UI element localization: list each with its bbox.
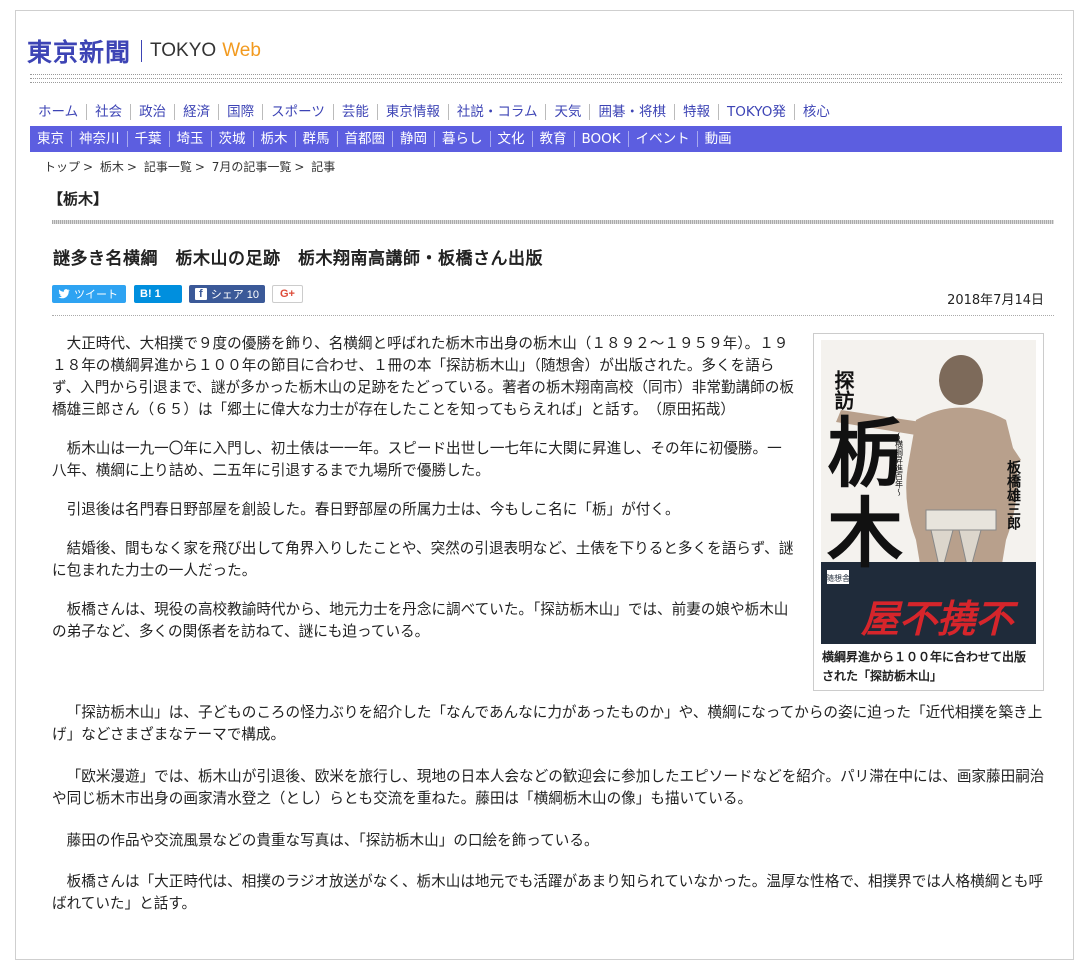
nav-shizuoka[interactable]: 静岡: [392, 131, 434, 147]
facebook-f-icon: f: [195, 288, 207, 300]
nav-special-report[interactable]: 特報: [673, 104, 718, 120]
cover-overlay-calligraphy: 屋不撓不: [860, 596, 1019, 641]
nav-living[interactable]: 暮らし: [434, 131, 490, 147]
header-divider: [30, 74, 1062, 75]
nav-core[interactable]: 核心: [793, 104, 838, 120]
google-plus-button[interactable]: G+: [272, 285, 303, 303]
article-paragraph: 藤田の作品や交流風景などの貴重な写真は、「探訪栃木山」の口絵を飾っている。: [66, 832, 599, 849]
article-paragraph: 板橋さんは、現役の高校教諭時代から、地元力士を丹念に調べていた。「探訪栃木山」で…: [52, 601, 789, 640]
twitter-bird-icon: [58, 289, 70, 299]
logo-divider: [141, 40, 143, 62]
article-paragraph: 「探訪栃木山」は、子どものころの怪力ぶりを紹介した「なんであんなに力があったもの…: [52, 704, 1043, 743]
logo-tokyo: TOKYO: [150, 40, 217, 61]
nav-kanagawa[interactable]: 神奈川: [71, 131, 127, 147]
section-rule: [52, 220, 1054, 224]
nav-sports[interactable]: スポーツ: [262, 104, 333, 120]
article-body: 大正時代、大相撲で９度の優勝を飾り、名横綱と呼ばれた栃木市出身の栃木山（１８９２…: [52, 333, 794, 660]
nav-tokyo-hatsu[interactable]: TOKYO発: [717, 104, 794, 120]
google-plus-icon: G+: [280, 288, 295, 300]
logo-japanese: 東京新聞: [27, 38, 132, 67]
article-paragraph: 栃木山は一九一〇年に入門し、初土俵は一一年。スピード出世し一七年に大関に昇進し、…: [52, 440, 782, 479]
header-divider: [30, 82, 1062, 83]
tweet-button[interactable]: ツイート: [52, 285, 126, 303]
nav-entertainment[interactable]: 芸能: [332, 104, 377, 120]
section-label: 【栃木】: [48, 190, 109, 208]
facebook-share-button[interactable]: f シェア 10: [189, 285, 265, 303]
hatena-bookmark-button[interactable]: B! 1: [134, 285, 182, 303]
site-logo[interactable]: 東京新聞 TOKYO Web: [27, 36, 261, 67]
primary-nav: ホーム 社会 政治 経済 国際 スポーツ 芸能 東京情報 社説・コラム 天気 囲…: [30, 100, 1062, 124]
cover-subtitle: 〜横綱昇進百年〜: [895, 432, 904, 496]
breadcrumb-current: 記事: [311, 160, 336, 174]
article-paragraph: 引退後は名門春日野部屋を創設した。春日野部屋の所属力士は、今もしこ名に「栃」が付…: [66, 501, 680, 518]
meta-divider: [52, 315, 1054, 316]
book-cover-figure[interactable]: 随想舎 探訪 栃 木 〜横綱昇進百年〜 板橋雄三郎 屋不撓不 横綱昇進から１００…: [813, 333, 1044, 691]
nav-book[interactable]: BOOK: [573, 131, 628, 147]
nav-editorial-column[interactable]: 社説・コラム: [447, 104, 546, 120]
nav-politics[interactable]: 政治: [130, 104, 174, 120]
nav-home[interactable]: ホーム: [30, 104, 86, 120]
breadcrumb-separator: >: [83, 160, 94, 174]
nav-tokyo-info[interactable]: 東京情報: [376, 104, 448, 120]
breadcrumb-article-list[interactable]: 記事一覧: [144, 160, 192, 174]
book-cover-image: 随想舎 探訪 栃 木 〜横綱昇進百年〜 板橋雄三郎 屋不撓不: [821, 340, 1036, 644]
breadcrumb-separator: >: [194, 160, 205, 174]
breadcrumb: トップ > 栃木 > 記事一覧 > 7月の記事一覧 > 記事: [44, 158, 338, 175]
nav-tokyo[interactable]: 東京: [30, 131, 71, 147]
nav-society[interactable]: 社会: [86, 104, 130, 120]
facebook-share-label: シェア 10: [210, 289, 259, 301]
tweet-label: ツイート: [74, 289, 118, 301]
publish-date: 2018年7月14日: [947, 293, 1044, 308]
breadcrumb-separator: >: [294, 160, 305, 174]
article-paragraph: 「欧米漫遊」では、栃木山が引退後、欧米を旅行し、現地の日本人会などの歓迎会に参加…: [52, 768, 1045, 807]
article-paragraph: 板橋さんは「大正時代は、相撲のラジオ放送がなく、栃木山は地元でも活躍があまり知ら…: [52, 873, 1044, 912]
nav-video[interactable]: 動画: [696, 131, 739, 147]
breadcrumb-separator: >: [126, 160, 137, 174]
cover-author: 板橋雄三郎: [1005, 459, 1022, 531]
nav-chiba[interactable]: 千葉: [126, 131, 169, 147]
nav-saitama[interactable]: 埼玉: [168, 131, 211, 147]
breadcrumb-tochigi[interactable]: 栃木: [100, 160, 124, 174]
article-paragraph: 大正時代、大相撲で９度の優勝を飾り、名横綱と呼ばれた栃木市出身の栃木山（１８９２…: [52, 335, 794, 418]
article-headline: 謎多き名横綱 栃木山の足跡 栃木翔南高講師・板橋さん出版: [53, 249, 543, 269]
hatena-label: B! 1: [140, 288, 161, 300]
breadcrumb-top[interactable]: トップ: [44, 160, 80, 174]
nav-international[interactable]: 国際: [218, 104, 262, 120]
cover-title-big-1: 栃: [827, 409, 903, 498]
cover-title-big-2: 木: [827, 489, 903, 578]
nav-education[interactable]: 教育: [531, 131, 574, 147]
nav-economy[interactable]: 経済: [174, 104, 218, 120]
logo-web: Web: [222, 40, 261, 61]
nav-tochigi[interactable]: 栃木: [252, 131, 295, 147]
breadcrumb-july-list[interactable]: 7月の記事一覧: [212, 160, 292, 174]
nav-ibaraki[interactable]: 茨城: [210, 131, 253, 147]
header-divider: [30, 78, 1062, 79]
nav-metropolitan[interactable]: 首都圏: [336, 131, 393, 147]
article-paragraph: 結婚後、間もなく家を飛び出して角界入りしたことや、突然の引退表明など、土俵を下り…: [52, 540, 794, 579]
book-cover-caption: 横綱昇進から１００年に合わせて出版された「探訪栃木山」: [822, 650, 1027, 683]
nav-weather[interactable]: 天気: [545, 104, 589, 120]
nav-culture[interactable]: 文化: [489, 131, 532, 147]
cover-title-small: 探訪: [831, 370, 855, 411]
nav-go-shogi[interactable]: 囲碁・将棋: [589, 104, 674, 120]
nav-events[interactable]: イベント: [627, 131, 697, 147]
nav-gunma[interactable]: 群馬: [294, 131, 337, 147]
regional-nav: 東京 神奈川 千葉 埼玉 茨城 栃木 群馬 首都圏 静岡 暮らし 文化 教育 B…: [30, 126, 1062, 152]
